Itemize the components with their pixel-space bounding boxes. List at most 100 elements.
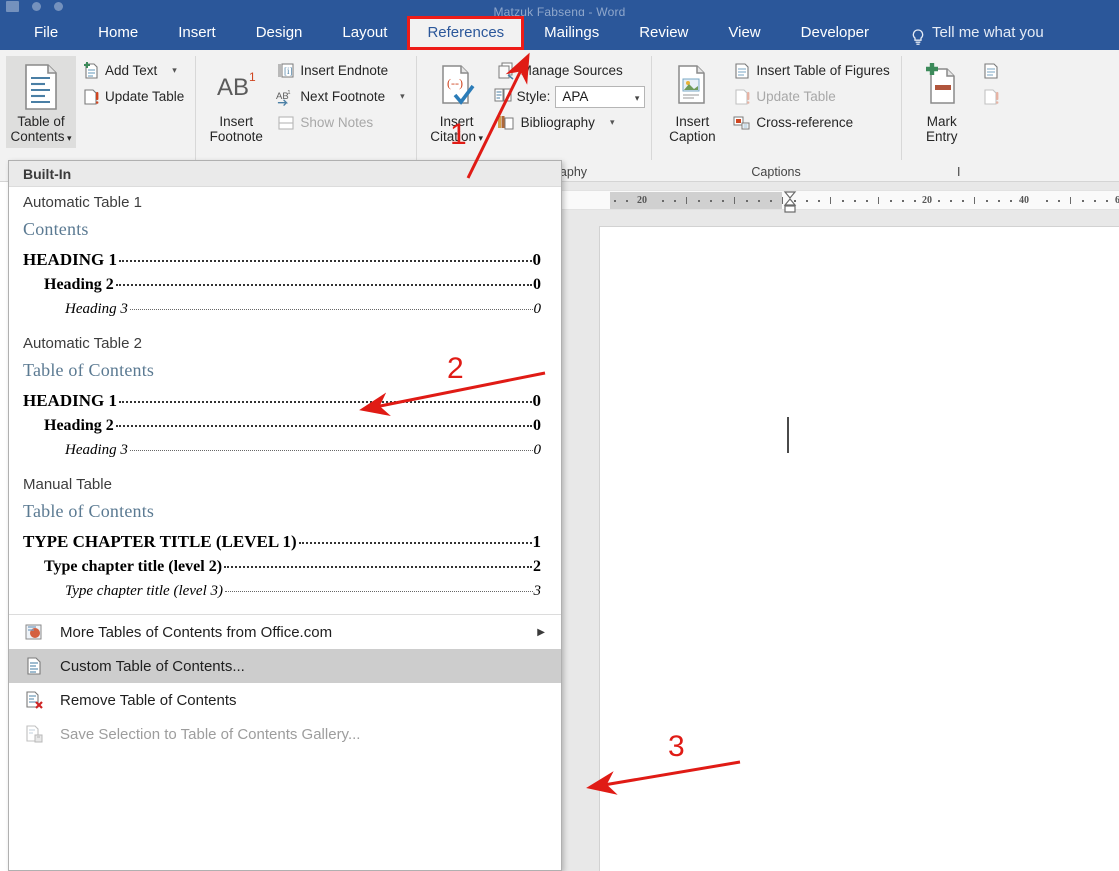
update-table-icon (732, 87, 751, 106)
annotation-number-2: 2 (447, 352, 464, 385)
ruler-tick (806, 200, 808, 202)
insert-endnote-button[interactable]: [i] Insert Endnote (273, 58, 409, 83)
undo-icon[interactable] (32, 2, 41, 11)
chevron-down-icon[interactable] (635, 89, 640, 104)
tab-developer[interactable]: Developer (781, 16, 889, 50)
text-cursor (787, 417, 789, 453)
ruler-tick (674, 200, 676, 202)
tab-layout[interactable]: Layout (322, 16, 407, 50)
toc-preview-row: HEADING 1 0 (23, 247, 541, 272)
ruler-tick (878, 197, 879, 204)
insert-table-of-figures-button[interactable]: Insert Table of Figures (729, 58, 894, 83)
tab-file[interactable]: File (14, 16, 78, 50)
ruler-tick (998, 200, 1000, 202)
menu-item-save-selection-to-table-of-contents-gallery: Save Selection to Table of Contents Gall… (9, 717, 561, 751)
table-of-contents-gallery[interactable]: Built-In Automatic Table 1 Contents HEADIN… (8, 160, 562, 871)
tab-label: View (728, 24, 761, 41)
toc-row-label: Type chapter title (level 3) (65, 583, 223, 599)
ruler-tick (950, 200, 952, 202)
save-icon[interactable] (6, 1, 19, 12)
menu-item-more-tables-of-contents-from-office-com[interactable]: More Tables of Contents from Office.com ▶ (9, 615, 561, 649)
ribbon-tabs: File Home Insert Design Layout References Mail… (0, 16, 1119, 50)
horizontal-ruler[interactable]: 20 20 40 60 (560, 190, 1119, 213)
toc-preview-heading: Contents (23, 219, 89, 239)
toc-row-label: HEADING 1 (23, 391, 117, 410)
gallery-item-title: Automatic Table 1 (23, 194, 142, 211)
ruler-tick (842, 200, 844, 202)
update-table-button[interactable]: Update Table (78, 84, 189, 109)
bibliography-style-select[interactable]: APA (555, 85, 646, 108)
menu-item-label: Custom Table of Contents... (60, 657, 245, 675)
toc-row-leader (225, 591, 533, 592)
tab-label: Mailings (544, 24, 600, 41)
tab-design[interactable]: Design (236, 16, 323, 50)
ruler-tick (854, 200, 856, 202)
mark-entry-button[interactable]: Mark Entry (907, 56, 977, 146)
insert-footnote-label-line1: Insert (219, 114, 254, 129)
tell-me-search[interactable]: Tell me what you (889, 16, 1044, 50)
toc-row-page: 0 (533, 442, 542, 458)
tab-label: Developer (800, 24, 870, 41)
tab-references[interactable]: References (407, 16, 525, 50)
style-label: Style: (516, 89, 551, 104)
cross-reference-icon (732, 113, 751, 132)
insert-caption-label-line2: Caption (669, 129, 716, 144)
cross-reference-button[interactable]: Cross-reference (729, 110, 894, 135)
indent-marker[interactable] (782, 191, 798, 220)
show-notes-button[interactable]: Show Notes (273, 110, 409, 135)
next-footnote-button[interactable]: AB 1 Next Footnote ▾ (273, 84, 409, 109)
index-small-commands (979, 56, 1011, 109)
toc-preview-row: HEADING 1 0 (23, 388, 541, 413)
insert-caption-button[interactable]: Insert Caption (657, 56, 727, 146)
menu-item-custom-table-of-contents[interactable]: Custom Table of Contents... (9, 649, 561, 683)
tab-label: References (427, 24, 505, 41)
tab-home[interactable]: Home (78, 16, 158, 50)
ruler-tick (1094, 200, 1096, 202)
cross-reference-label: Cross-reference (756, 115, 854, 130)
toc-preview: Table of Contents TYPE CHAPTER TITLE (LEV… (9, 501, 561, 604)
tab-review[interactable]: Review (619, 16, 708, 50)
submenu-arrow-icon: ▶ (537, 626, 545, 638)
bibliography-small-commands: Manage Sources Style: APA ▾ Bibliography… (494, 56, 646, 135)
svg-text:1: 1 (288, 90, 291, 96)
next-footnote-dropdown-icon[interactable]: ▾ (400, 91, 405, 102)
toc-row-label: Type chapter title (level 2) (44, 558, 223, 575)
tab-label: Review (639, 24, 689, 41)
bibliography-dropdown-icon[interactable]: ▾ (610, 117, 615, 128)
gallery-item[interactable]: Manual Table Table of Contents TYPE CHAPTE… (9, 469, 561, 610)
ruler-tick (1010, 200, 1012, 202)
insert-footnote-icon: AB 1 (213, 60, 259, 114)
toc-row-page: 0 (533, 276, 541, 293)
gallery-menu: More Tables of Contents from Office.com ▶… (9, 615, 561, 751)
tab-mailings[interactable]: Mailings (524, 16, 619, 50)
ruler-tick (986, 200, 988, 202)
footnote-small-commands: [i] Insert Endnote AB 1 Next Footnote ▾ … (273, 56, 409, 135)
redo-icon[interactable] (54, 2, 63, 11)
toc-small-commands: Add Text ▾ Update Table (78, 56, 189, 109)
toc-row-page: 2 (533, 558, 541, 575)
toc-row-page: 0 (533, 417, 541, 434)
group-label-index: I (956, 165, 961, 179)
insert-footnote-button[interactable]: AB 1 Insert Footnote (201, 56, 271, 146)
quick-access-toolbar[interactable] (6, 1, 63, 12)
manage-sources-button[interactable]: Manage Sources (494, 58, 646, 83)
table-of-contents-button[interactable]: Table of Contents (6, 56, 76, 148)
update-table-figures-button[interactable]: Update Table (729, 84, 894, 109)
toc-preview-heading: Table of Contents (23, 501, 155, 521)
ruler-tick (1070, 197, 1071, 204)
gallery-item[interactable]: Automatic Table 2 Table of Contents HEADIN… (9, 328, 561, 469)
menu-item-remove-table-of-contents[interactable]: Remove Table of Contents (9, 683, 561, 717)
bibliography-button[interactable]: Bibliography ▾ (494, 110, 646, 135)
gallery-item[interactable]: Automatic Table 1 Contents HEADING 1 0 Headi… (9, 187, 561, 328)
ruler-tick (710, 200, 712, 202)
manage-sources-label: Manage Sources (520, 63, 623, 78)
add-text-button[interactable]: Add Text ▾ (78, 58, 189, 83)
tab-insert[interactable]: Insert (158, 16, 236, 50)
toc-preview-row: Heading 2 0 (23, 413, 541, 438)
tab-view[interactable]: View (708, 16, 780, 50)
document-page[interactable] (600, 227, 1119, 871)
insert-index-button[interactable] (979, 58, 1011, 83)
svg-text:(--): (--) (447, 76, 463, 90)
update-index-button[interactable] (979, 84, 1011, 109)
add-text-dropdown-icon[interactable]: ▾ (172, 65, 177, 76)
